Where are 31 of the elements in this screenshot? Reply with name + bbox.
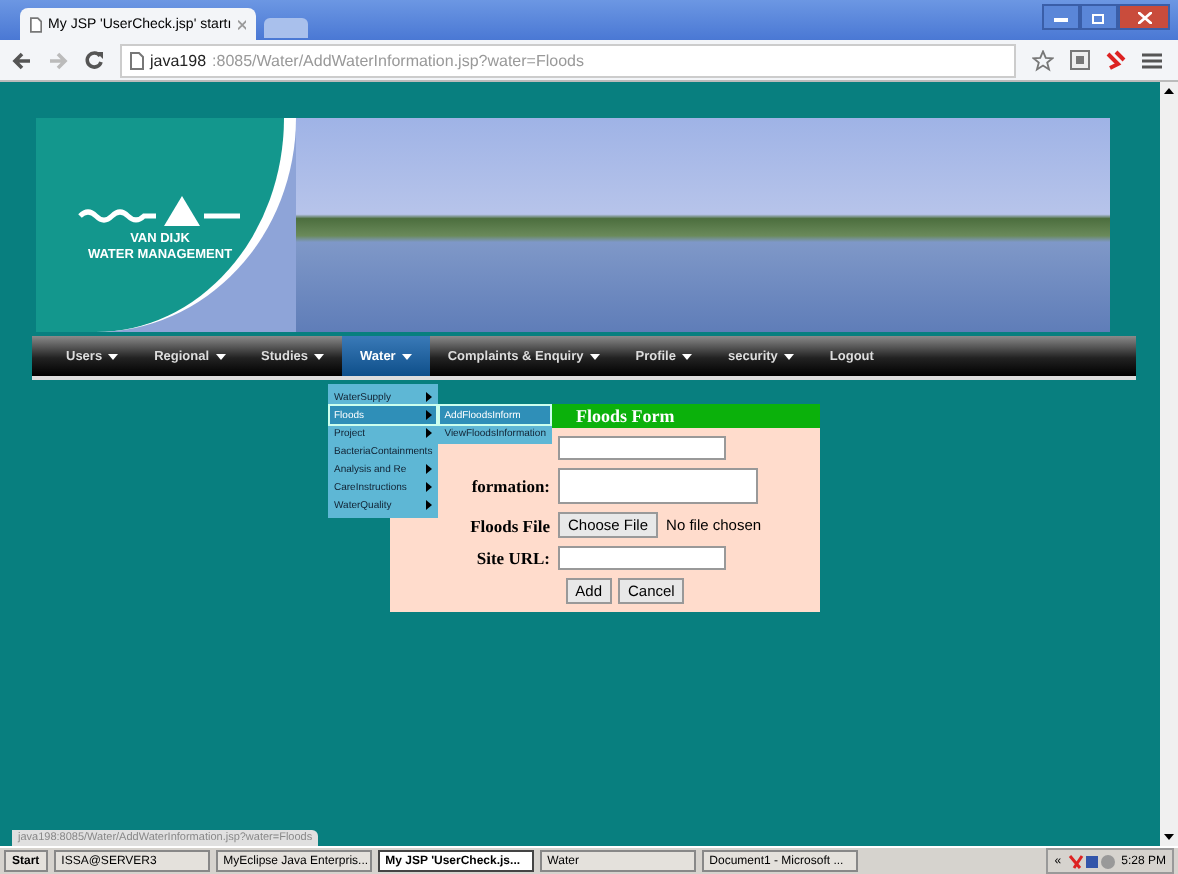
scroll-down-icon[interactable]	[1164, 834, 1174, 840]
address-bar[interactable]: java198 :8085/Water/AddWaterInformation.jsp?water=Floods	[120, 43, 1016, 77]
field-label: formation:	[471, 476, 550, 496]
scroll-up-icon[interactable]	[1164, 88, 1174, 94]
field-label: Site URL:	[476, 548, 550, 568]
restore-icon	[1092, 11, 1106, 23]
minimize-icon	[1054, 12, 1068, 22]
extension-icon[interactable]	[1070, 50, 1090, 70]
menu-icon[interactable]	[1142, 51, 1162, 69]
close-icon[interactable]	[237, 19, 246, 29]
close-icon	[1137, 11, 1151, 23]
field-label: Floods File	[470, 515, 550, 535]
input-field[interactable]	[558, 546, 726, 570]
reload-icon[interactable]	[84, 50, 104, 70]
extension-icon[interactable]	[1106, 50, 1126, 70]
text-area[interactable]	[558, 468, 758, 504]
star-icon[interactable]	[1032, 49, 1054, 71]
caret-icon	[783, 353, 794, 359]
minimize-button[interactable]	[1042, 4, 1080, 30]
page-icon	[30, 15, 43, 33]
tray-icons-drawing	[1067, 853, 1116, 869]
caret-icon	[215, 353, 226, 359]
close-window-button[interactable]	[1118, 4, 1170, 30]
caret-icon	[401, 353, 412, 359]
input-field[interactable]	[558, 436, 726, 460]
caret-icon	[108, 353, 119, 359]
back-icon[interactable]	[12, 51, 32, 69]
caret-icon	[314, 353, 325, 359]
restore-button[interactable]	[1080, 4, 1118, 30]
caret-icon	[681, 353, 692, 359]
caret-icon	[589, 353, 600, 359]
